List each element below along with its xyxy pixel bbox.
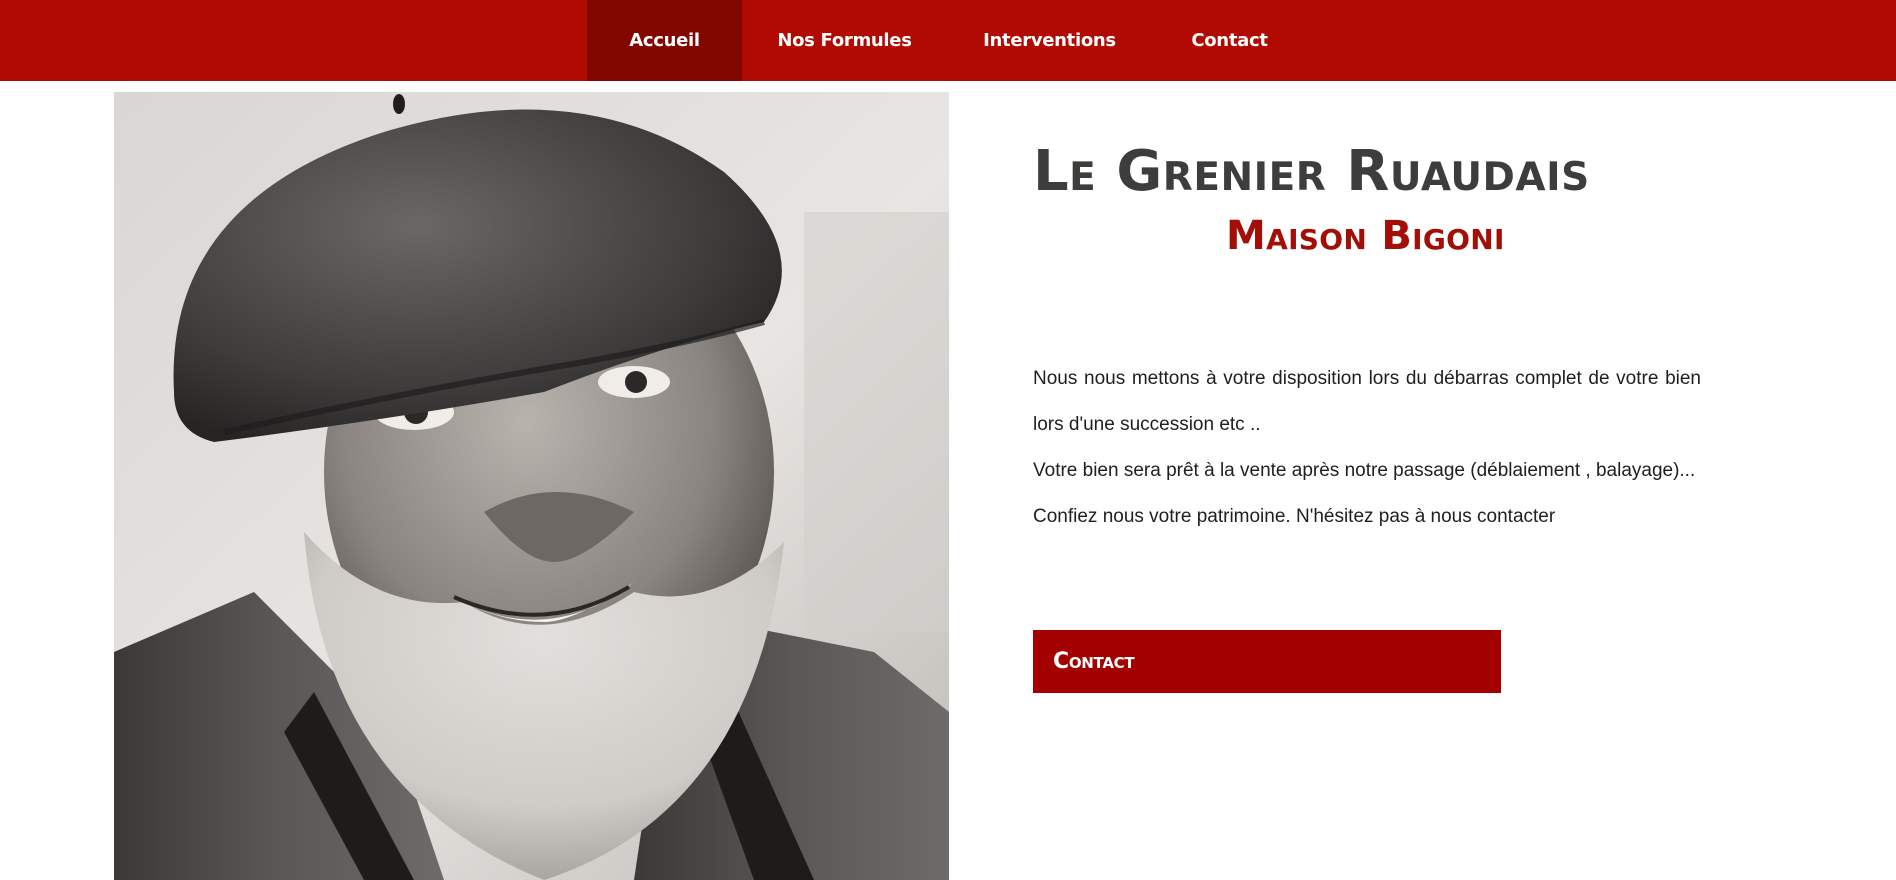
page-title: Le Grenier Ruaudais	[1033, 139, 1590, 204]
intro-text: Nous nous mettons à votre disposition lo…	[1033, 356, 1701, 540]
nav-item-accueil[interactable]: Accueil	[587, 0, 742, 81]
nav-item-nos-formules[interactable]: Nos Formules	[742, 0, 947, 81]
contact-button[interactable]: Contact	[1033, 630, 1501, 693]
portrait-photo	[114, 92, 949, 880]
nav-item-interventions[interactable]: Interventions	[947, 0, 1152, 81]
intro-paragraph: Nous nous mettons à votre disposition lo…	[1033, 368, 1701, 435]
nav-item-contact[interactable]: Contact	[1152, 0, 1307, 81]
page-subtitle: Maison Bigoni	[1226, 213, 1505, 259]
nav-menu: Accueil Nos Formules Interventions Conta…	[587, 0, 1307, 81]
intro-paragraph: Votre bien sera prêt à la vente après no…	[1033, 460, 1696, 481]
main-navbar: Accueil Nos Formules Interventions Conta…	[0, 0, 1896, 81]
intro-paragraph: Confiez nous votre patrimoine. N'hésitez…	[1033, 506, 1556, 527]
